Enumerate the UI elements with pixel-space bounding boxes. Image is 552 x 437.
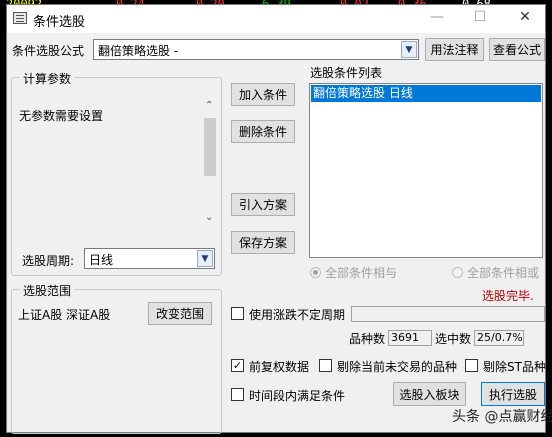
variable-period-label: 使用涨跌不定周期: [249, 308, 346, 322]
status-text: 选股完毕.: [482, 289, 534, 303]
app-icon: [13, 12, 27, 24]
pre-adjust-checkbox[interactable]: ✓: [231, 359, 244, 372]
watermark: 头条 @点赢财经: [452, 409, 552, 425]
add-to-block-button[interactable]: 选股入板块: [393, 382, 466, 406]
time-range-label: 时间段内满足条件: [249, 389, 346, 403]
stock-selection-dialog: 条件选股 — ☐ ✕ 条件选股公式 翻倍策略选股 - ▼ 用法注释 查看公式 计…: [6, 4, 546, 434]
window-title: 条件选股: [33, 15, 86, 30]
scope-value: 上证A股 深证A股: [18, 308, 111, 322]
list-item[interactable]: 翻倍策略选股 日线: [311, 85, 541, 102]
period-value: 日线: [89, 253, 114, 267]
selected-field: 25/0.7%: [474, 330, 524, 346]
maximize-button[interactable]: ☐: [470, 9, 490, 25]
view-formula-button[interactable]: 查看公式: [489, 38, 545, 61]
add-condition-button[interactable]: 加入条件: [231, 83, 295, 106]
title-bar: 条件选股 — ☐ ✕: [7, 5, 545, 33]
scope-group: 选股范围 上证A股 深证A股 改变范围: [11, 282, 222, 434]
count-field: 3691: [388, 330, 432, 346]
scroll-up-icon[interactable]: ⌃: [205, 100, 213, 111]
chevron-down-icon[interactable]: ▼: [197, 250, 213, 267]
exclude-st-label: 剔除ST品种: [483, 360, 546, 374]
scope-group-title: 选股范围: [20, 282, 75, 299]
period-label: 选股周期:: [22, 254, 75, 268]
params-message: 无参数需要设置: [19, 109, 104, 123]
all-or-radio[interactable]: [452, 267, 463, 278]
params-group-title: 计算参数: [20, 70, 75, 87]
scrollbar-thumb[interactable]: [204, 118, 216, 176]
close-button[interactable]: ✕: [515, 9, 535, 25]
variable-period-field[interactable]: [351, 306, 545, 322]
import-plan-button[interactable]: 引入方案: [231, 193, 295, 216]
period-select[interactable]: 日线 ▼: [84, 248, 215, 269]
params-group: 计算参数 无参数需要设置 ⌃ ⌄ 选股周期: 日线 ▼: [11, 70, 222, 276]
save-plan-button[interactable]: 保存方案: [231, 231, 295, 254]
pre-adjust-label: 前复权数据: [249, 360, 310, 374]
selected-label: 选中数: [435, 332, 472, 346]
chevron-down-icon[interactable]: ▼: [401, 41, 417, 58]
exclude-untraded-label: 剔除当前未交易的品种: [337, 360, 458, 374]
formula-label: 条件选股公式: [12, 44, 85, 58]
run-selection-button[interactable]: 执行选股: [481, 382, 545, 406]
time-range-checkbox[interactable]: [231, 388, 244, 401]
all-and-label: 全部条件相与: [325, 266, 398, 280]
condition-list[interactable]: 翻倍策略选股 日线: [309, 83, 543, 258]
count-label: 品种数: [349, 332, 386, 346]
formula-select[interactable]: 翻倍策略选股 - ▼: [93, 39, 419, 60]
change-scope-button[interactable]: 改变范围: [148, 302, 212, 325]
minimize-button[interactable]: —: [427, 9, 447, 25]
exclude-untraded-checkbox[interactable]: [319, 359, 332, 372]
usage-notes-button[interactable]: 用法注释: [425, 38, 484, 61]
exclude-st-checkbox[interactable]: [465, 359, 478, 372]
scroll-down-icon[interactable]: ⌄: [205, 212, 213, 223]
formula-value: 翻倍策略选股 -: [98, 44, 179, 58]
condition-list-title: 选股条件列表: [310, 66, 383, 80]
variable-period-checkbox[interactable]: [231, 307, 244, 320]
params-scrollbar[interactable]: ⌃ ⌄: [202, 100, 218, 228]
delete-condition-button[interactable]: 删除条件: [231, 120, 295, 143]
all-and-radio[interactable]: [310, 267, 321, 278]
all-or-label: 全部条件相或: [467, 266, 540, 280]
